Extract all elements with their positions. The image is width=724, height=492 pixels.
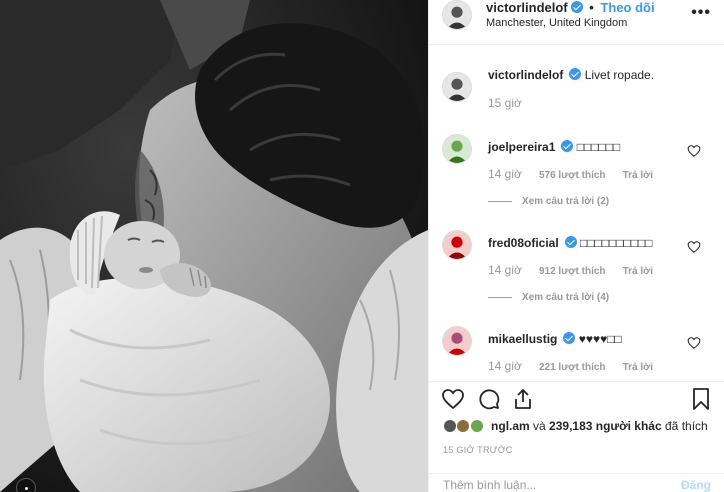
comment-likes[interactable]: 912 lượt thích	[539, 266, 606, 277]
comment-text-line: joelpereira1 □□□□□□	[488, 140, 620, 154]
caption-time[interactable]: 15 giờ	[488, 96, 522, 110]
comment-username[interactable]: mikaellustig	[488, 332, 557, 346]
like-comment-heart-icon[interactable]	[687, 336, 701, 350]
liker-avatar	[456, 419, 471, 433]
like-comment-heart-icon[interactable]	[687, 144, 701, 158]
comment-time[interactable]: 14 giờ	[488, 263, 522, 277]
photo-indicator-dot	[16, 478, 36, 492]
caption-avatar[interactable]	[442, 72, 472, 102]
likes-suffix: đã thích	[661, 419, 708, 433]
comment-text-line: fred08oficial □□□□□□□□□□	[488, 236, 653, 250]
comment-time[interactable]: 14 giờ	[488, 359, 522, 373]
liker-avatar	[443, 419, 457, 433]
post-photo[interactable]	[0, 0, 428, 492]
post-timestamp[interactable]: 15 GIỜ TRƯỚC	[443, 445, 513, 455]
verified-icon	[569, 68, 582, 80]
reply-button[interactable]: Trả lời	[623, 362, 653, 373]
view-replies-button[interactable]: Xem câu trả lời (2)	[488, 196, 609, 207]
likes-text: ngl.am và 239,183 người khác đã thích	[491, 419, 708, 433]
comment-likes[interactable]: 576 lượt thích	[539, 170, 606, 181]
reply-button[interactable]: Trả lời	[623, 266, 653, 277]
post-comment-button[interactable]: Đăng	[681, 478, 711, 492]
author-avatar[interactable]	[442, 0, 472, 30]
caption-meta: 15 giờ	[488, 96, 536, 110]
comment-meta: 14 giờ 221 lượt thích Trả lời	[488, 359, 653, 373]
comment-meta: 14 giờ 576 lượt thích Trả lời	[488, 167, 653, 181]
add-comment-bar: Đăng	[429, 473, 724, 492]
view-replies-button[interactable]: Xem câu trả lời (4)	[488, 292, 609, 303]
likes-count[interactable]: 239,183 người khác	[549, 419, 662, 433]
comments-list[interactable]: victorlindelof Livet ropade. 15 giờ joel…	[429, 46, 724, 381]
comment-icon[interactable]	[477, 387, 501, 411]
caption-username[interactable]: victorlindelof	[488, 68, 563, 82]
liker-username[interactable]: ngl.am	[491, 419, 530, 433]
post-side-panel: victorlindelof • Theo dõi Manchester, Un…	[428, 0, 724, 492]
caption-text: Livet ropade.	[584, 68, 655, 82]
location-link[interactable]: Manchester, United Kingdom	[486, 17, 627, 29]
newborn-photo	[0, 0, 428, 492]
comment-input[interactable]	[443, 478, 663, 492]
comment-meta: 14 giờ 912 lượt thích Trả lời	[488, 263, 653, 277]
likes-conjunction: và	[529, 419, 550, 433]
header-user-line: victorlindelof • Theo dõi	[486, 0, 655, 15]
header-separator: •	[589, 0, 594, 15]
commenter-avatar[interactable]	[442, 326, 472, 356]
heart-icon[interactable]	[441, 387, 465, 411]
author-username[interactable]: victorlindelof	[486, 0, 568, 15]
likes-summary[interactable]: ngl.am và 239,183 người khác đã thích	[443, 419, 708, 437]
comment-username[interactable]: joelpereira1	[488, 140, 555, 154]
verified-icon	[563, 332, 576, 344]
liker-avatar	[469, 419, 484, 433]
verified-icon	[564, 236, 577, 248]
share-icon[interactable]	[511, 387, 535, 411]
comment-username[interactable]: fred08oficial	[488, 236, 559, 250]
post-footer: ngl.am và 239,183 người khác đã thích 15…	[429, 381, 724, 492]
verified-icon	[561, 140, 574, 152]
commenter-avatar[interactable]	[442, 230, 472, 260]
comment-text: ♥♥♥♥□□	[578, 332, 622, 346]
comment-likes[interactable]: 221 lượt thích	[539, 362, 606, 373]
like-comment-heart-icon[interactable]	[687, 240, 701, 254]
comment-time[interactable]: 14 giờ	[488, 167, 522, 181]
verified-icon	[570, 1, 583, 13]
more-options-icon[interactable]: •••	[691, 4, 711, 22]
follow-button[interactable]: Theo dõi	[600, 0, 654, 15]
comment-text: □□□□□□	[576, 140, 621, 154]
comment-text-line: mikaellustig ♥♥♥♥□□	[488, 332, 622, 346]
caption-text-line: victorlindelof Livet ropade.	[488, 68, 654, 82]
bookmark-icon[interactable]	[689, 387, 713, 411]
reply-button[interactable]: Trả lời	[623, 170, 653, 181]
post-header: victorlindelof • Theo dõi Manchester, Un…	[429, 0, 724, 45]
comment-text: □□□□□□□□□□	[580, 236, 653, 250]
commenter-avatar[interactable]	[442, 134, 472, 164]
